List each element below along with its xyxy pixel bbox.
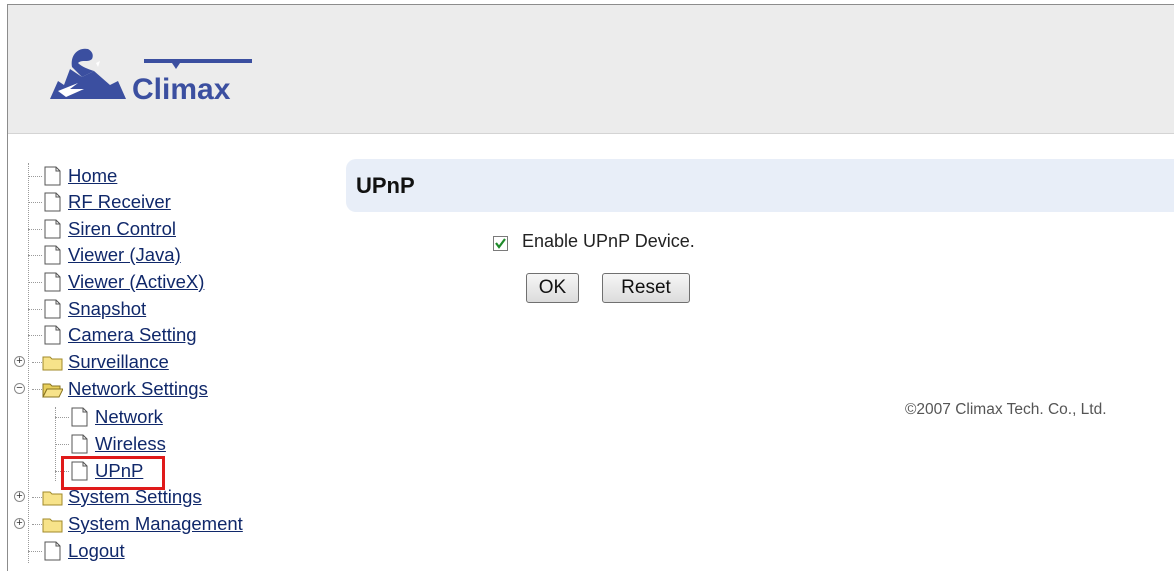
nav-link-camera-setting[interactable]: Camera Setting <box>68 325 197 345</box>
enable-upnp-checkbox[interactable] <box>493 236 508 251</box>
nav-link-siren-control[interactable]: Siren Control <box>68 219 176 239</box>
nav-link-system-management[interactable]: System Management <box>68 514 243 534</box>
page-icon <box>42 166 63 186</box>
nav-link-rf-receiver[interactable]: RF Receiver <box>68 192 171 212</box>
expand-system-settings-icon[interactable]: + <box>14 491 25 502</box>
nav-item-home[interactable]: Home <box>42 163 117 189</box>
page-title: UPnP <box>356 173 415 198</box>
nav-item-network[interactable]: Network <box>69 404 163 430</box>
page-icon <box>69 407 90 427</box>
svg-text:Climax: Climax <box>132 73 231 106</box>
page-icon <box>42 299 63 319</box>
page-icon <box>69 434 90 454</box>
nav-link-viewer-activex[interactable]: Viewer (ActiveX) <box>68 272 204 292</box>
nav-link-surveillance[interactable]: Surveillance <box>68 352 169 372</box>
nav-item-viewer-java[interactable]: Viewer (Java) <box>42 242 181 268</box>
nav-item-siren-control[interactable]: Siren Control <box>42 216 176 242</box>
page-icon <box>42 219 63 239</box>
page-icon <box>42 245 63 265</box>
page-icon <box>42 325 63 345</box>
nav-item-system-management[interactable]: System Management <box>42 511 243 537</box>
nav-item-logout[interactable]: Logout <box>42 538 125 564</box>
enable-upnp-label: Enable UPnP Device. <box>522 231 695 251</box>
nav-link-network-settings[interactable]: Network Settings <box>68 379 208 399</box>
nav-link-logout[interactable]: Logout <box>68 541 125 561</box>
folder-open-icon <box>42 379 63 399</box>
nav-item-system-settings[interactable]: System Settings <box>42 484 202 510</box>
page-icon <box>42 272 63 292</box>
nav-link-home[interactable]: Home <box>68 166 117 186</box>
nav-item-rf-receiver[interactable]: RF Receiver <box>42 189 171 215</box>
folder-icon <box>42 352 63 372</box>
page-icon <box>42 541 63 561</box>
checkmark-icon <box>495 238 506 249</box>
ok-button[interactable]: OK <box>526 273 579 303</box>
nav-item-surveillance[interactable]: Surveillance <box>42 349 169 375</box>
nav-link-viewer-java[interactable]: Viewer (Java) <box>68 245 181 265</box>
nav-item-viewer-activex[interactable]: Viewer (ActiveX) <box>42 269 204 295</box>
expand-system-management-icon[interactable]: + <box>14 518 25 529</box>
collapse-network-settings-icon[interactable]: − <box>14 383 25 394</box>
enable-upnp-row: Enable UPnP Device. <box>493 231 695 252</box>
folder-icon <box>42 514 63 534</box>
nav-link-system-settings[interactable]: System Settings <box>68 487 202 507</box>
expand-surveillance-icon[interactable]: + <box>14 356 25 367</box>
nav-item-camera-setting[interactable]: Camera Setting <box>42 322 197 348</box>
folder-icon <box>42 487 63 507</box>
nav-item-network-settings[interactable]: Network Settings <box>42 376 208 402</box>
nav-link-snapshot[interactable]: Snapshot <box>68 299 146 319</box>
page-icon <box>42 192 63 212</box>
nav-link-wireless[interactable]: Wireless <box>95 434 166 454</box>
page-frame: Climax + − + + Home RF Receiver Siren Co… <box>7 4 1174 571</box>
nav-item-wireless[interactable]: Wireless <box>69 431 166 457</box>
nav-link-network[interactable]: Network <box>95 407 163 427</box>
header-banner: Climax <box>8 5 1174 134</box>
nav-item-snapshot[interactable]: Snapshot <box>42 296 146 322</box>
page-title-bar: UPnP <box>346 159 1174 212</box>
reset-button[interactable]: Reset <box>602 273 690 303</box>
climax-logo: Climax <box>48 41 268 107</box>
copyright-text: ©2007 Climax Tech. Co., Ltd. <box>905 401 1107 418</box>
